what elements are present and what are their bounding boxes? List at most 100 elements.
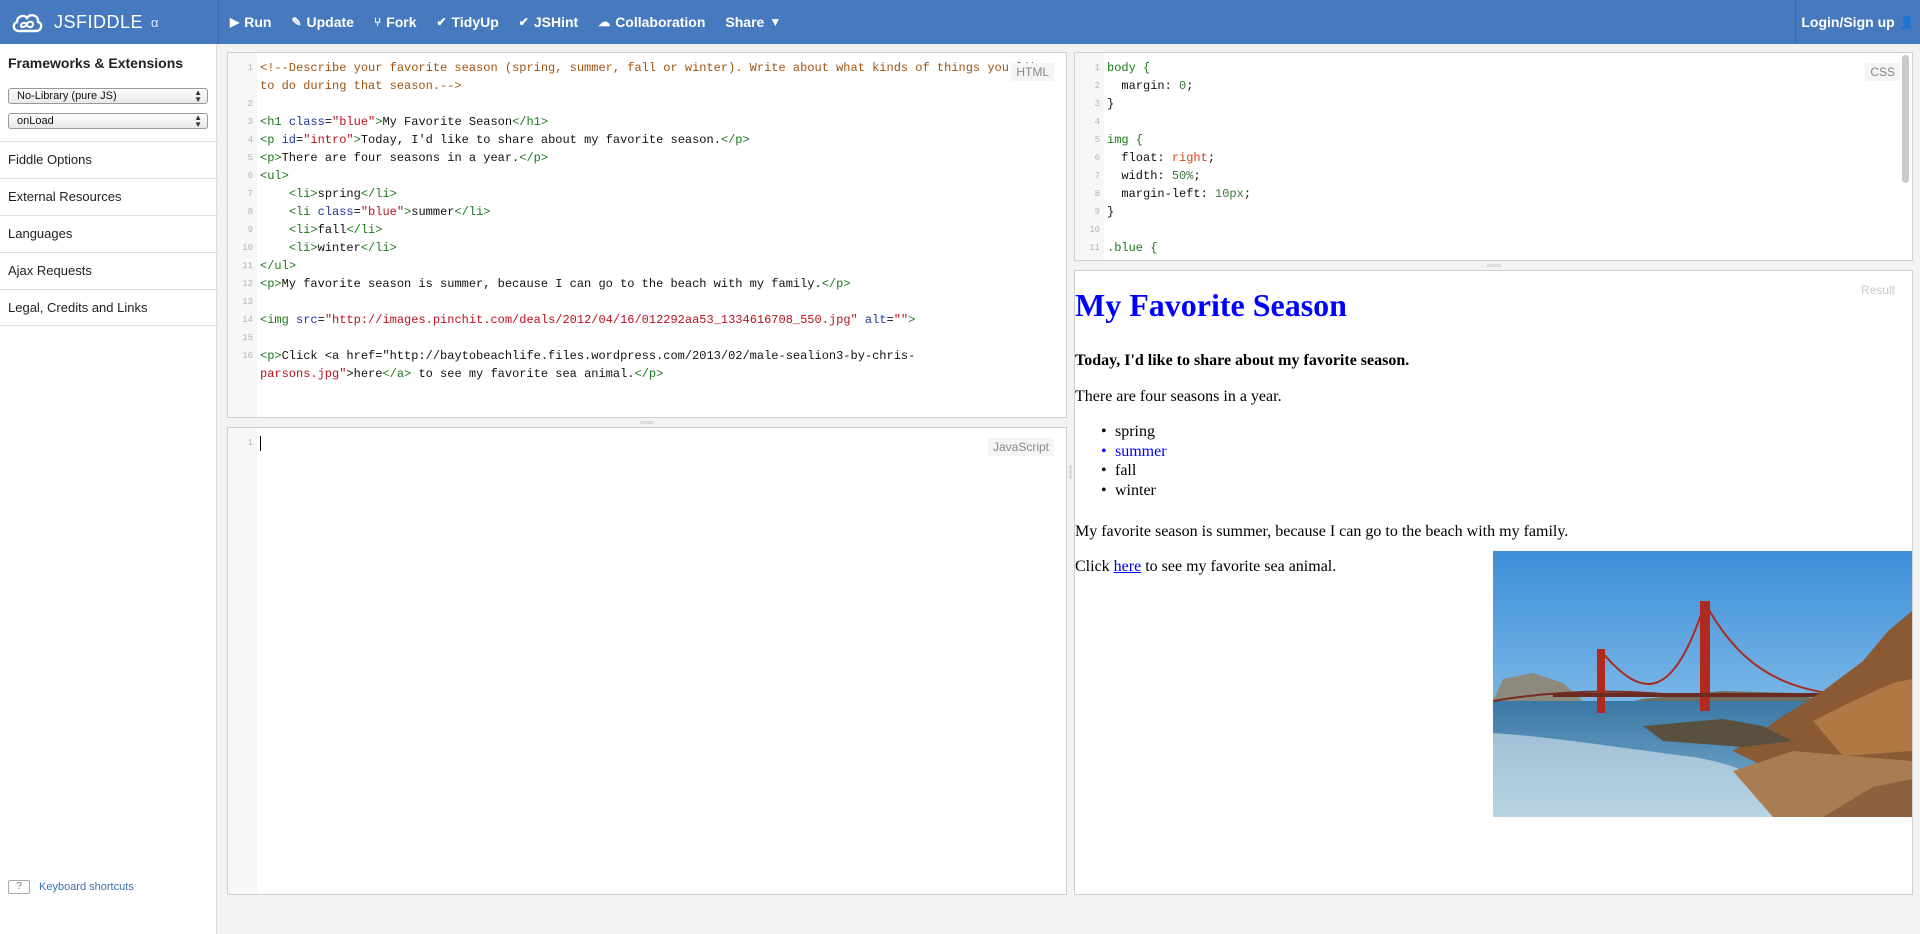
code-text[interactable]: </ul> <box>260 257 296 275</box>
code-line[interactable]: 10 <li>winter</li> <box>228 239 1066 257</box>
code-line[interactable]: 1 body { <box>1075 59 1912 77</box>
line-number: 9 <box>1094 207 1100 217</box>
code-text[interactable]: <img src="http://images.pinchit.com/deal… <box>260 311 915 329</box>
share-button[interactable]: Share ▼ <box>715 0 791 44</box>
code-line[interactable]: 13 <box>228 293 1066 311</box>
code-line[interactable]: 12 <p>My favorite season is summer, becau… <box>228 275 1066 293</box>
css-scrollbar[interactable] <box>1902 55 1909 183</box>
library-select[interactable]: No-Library (pure JS) ▲ ▼ <box>8 88 208 104</box>
line-number: 6 <box>1094 153 1100 163</box>
code-line[interactable]: 9 <li>fall</li> <box>228 221 1066 239</box>
css-code[interactable]: 1 body {2 margin: 0; 3} 4 5 img {6 float: rig… <box>1075 59 1912 260</box>
play-icon: ▶ <box>230 15 240 29</box>
code-line[interactable]: 16 <p>Click <a href="http://baytobeachlif… <box>228 347 1066 365</box>
line-number: 8 <box>1094 189 1100 199</box>
load-type-select[interactable]: onLoad ▲ ▼ <box>8 113 208 129</box>
code-line[interactable]: parsons.jpg">here</a> to see my favorite… <box>228 365 1066 383</box>
code-line[interactable]: 12 color: blue; <box>1075 257 1912 260</box>
sea-animal-link[interactable]: here <box>1114 558 1142 575</box>
sidebar-item-fiddle-options[interactable]: Fiddle Options <box>0 141 217 178</box>
golden-gate-bridge-image <box>1493 551 1912 817</box>
code-line[interactable]: 15 <box>228 329 1066 347</box>
code-text[interactable]: margin: 0; <box>1107 77 1193 95</box>
code-text[interactable]: parsons.jpg">here</a> to see my favorite… <box>260 365 663 383</box>
code-line[interactable]: 5 <p>There are four seasons in a year.</p… <box>228 149 1066 167</box>
code-text[interactable]: to do during that season.--> <box>260 77 462 95</box>
code-text[interactable]: <li>winter</li> <box>260 239 397 257</box>
code-text[interactable]: <p id="intro">Today, I'd like to share a… <box>260 131 750 149</box>
code-line[interactable]: 5 img { <box>1075 131 1912 149</box>
code-line[interactable]: 3 <h1 class="blue">My Favorite Season</h1… <box>228 113 1066 131</box>
keyboard-shortcuts-link[interactable]: ? Keyboard shortcuts <box>8 880 134 894</box>
line-number: 1 <box>247 438 253 448</box>
fork-button[interactable]: ⑂ Fork <box>364 0 427 44</box>
sidebar-item-legal[interactable]: Legal, Credits and Links <box>0 289 217 326</box>
code-text[interactable]: <p>My favorite season is summer, because… <box>260 275 851 293</box>
code-text[interactable]: <ul> <box>260 167 289 185</box>
code-text[interactable]: <!--Describe your favorite season (sprin… <box>260 59 1045 77</box>
code-text[interactable]: .blue { <box>1107 239 1157 257</box>
code-line[interactable]: 1 <box>228 434 1066 452</box>
collaboration-button[interactable]: ☁ Collaboration <box>588 0 715 44</box>
sidebar-item-languages[interactable]: Languages <box>0 215 217 252</box>
code-text[interactable]: <p>Click <a href="http://baytobeachlife.… <box>260 347 915 365</box>
code-line[interactable]: 8 <li class="blue">summer</li> <box>228 203 1066 221</box>
code-text[interactable]: <li class="blue">summer</li> <box>260 203 491 221</box>
sidebar-item-ajax-requests[interactable]: Ajax Requests <box>0 252 217 289</box>
vertical-resize-handle[interactable] <box>1069 465 1072 479</box>
tidyup-button[interactable]: ✔ TidyUp <box>427 0 509 44</box>
code-text[interactable]: img { <box>1107 131 1143 149</box>
code-text[interactable]: <p>There are four seasons in a year.</p> <box>260 149 548 167</box>
line-number: 2 <box>247 99 253 109</box>
code-line[interactable]: 3} <box>1075 95 1912 113</box>
code-line[interactable]: 2 margin: 0; <box>1075 77 1912 95</box>
code-text[interactable]: color: blue; <box>1107 257 1222 260</box>
jshint-label: JSHint <box>533 14 579 30</box>
list-item: summer <box>1101 442 1166 462</box>
text-cursor <box>260 436 261 451</box>
code-text[interactable]: } <box>1107 95 1114 113</box>
css-editor-panel[interactable]: 1 body {2 margin: 0; 3} 4 5 img {6 float: rig… <box>1074 52 1913 261</box>
result-panel[interactable]: My Favorite Season Today, I'd like to sh… <box>1074 270 1913 895</box>
code-line[interactable]: 7 <li>spring</li> <box>228 185 1066 203</box>
code-line[interactable]: 8 margin-left: 10px; <box>1075 185 1912 203</box>
login-signup-button[interactable]: Login/Sign up 👤 <box>1796 0 1920 44</box>
code-text[interactable]: width: 50%; <box>1107 167 1200 185</box>
code-text[interactable]: <h1 class="blue">My Favorite Season</h1> <box>260 113 548 131</box>
code-line[interactable]: 11 </ul> <box>228 257 1066 275</box>
code-text[interactable]: <li>fall</li> <box>260 221 383 239</box>
code-line[interactable]: 11 .blue { <box>1075 239 1912 257</box>
line-number: 1 <box>247 63 253 73</box>
horizontal-resize-handle[interactable] <box>640 421 654 424</box>
code-line[interactable]: 2 <box>228 95 1066 113</box>
code-text[interactable]: <li>spring</li> <box>260 185 397 203</box>
run-button[interactable]: ▶ Run <box>220 0 281 44</box>
code-line[interactable]: 10 <box>1075 221 1912 239</box>
html-code[interactable]: 1 <!--Describe your favorite season (spri… <box>228 59 1066 383</box>
code-line[interactable]: 4 <box>1075 113 1912 131</box>
html-editor-panel[interactable]: 1 <!--Describe your favorite season (spri… <box>227 52 1067 418</box>
code-line[interactable]: 9} <box>1075 203 1912 221</box>
code-line[interactable]: 6 <ul> <box>228 167 1066 185</box>
line-number: 5 <box>1094 135 1100 145</box>
javascript-editor-panel[interactable]: 1 JavaScript <box>227 427 1067 895</box>
update-button[interactable]: ✎ Update <box>281 0 364 44</box>
list-item: spring <box>1101 422 1167 442</box>
code-line[interactable]: to do during that season.--> <box>228 77 1066 95</box>
code-text[interactable]: margin-left: 10px; <box>1107 185 1251 203</box>
code-line[interactable]: 7 width: 50%; <box>1075 167 1912 185</box>
line-number: 11 <box>242 261 253 271</box>
list-item: winter <box>1101 481 1167 501</box>
code-text[interactable]: float: right; <box>1107 149 1215 167</box>
horizontal-resize-handle[interactable] <box>1487 264 1501 267</box>
code-text[interactable]: body { <box>1107 59 1150 77</box>
sidebar-item-external-resources[interactable]: External Resources <box>0 178 217 215</box>
code-line[interactable]: 1 <!--Describe your favorite season (spri… <box>228 59 1066 77</box>
javascript-code[interactable]: 1 <box>228 434 1066 452</box>
jshint-button[interactable]: ✔ JSHint <box>509 0 588 44</box>
code-text[interactable]: } <box>1107 203 1114 221</box>
code-line[interactable]: 4 <p id="intro">Today, I'd like to share … <box>228 131 1066 149</box>
code-line[interactable]: 6 float: right; <box>1075 149 1912 167</box>
code-line[interactable]: 14 <img src="http://images.pinchit.com/de… <box>228 311 1066 329</box>
brand[interactable]: JSFIDDLE α <box>0 0 218 44</box>
